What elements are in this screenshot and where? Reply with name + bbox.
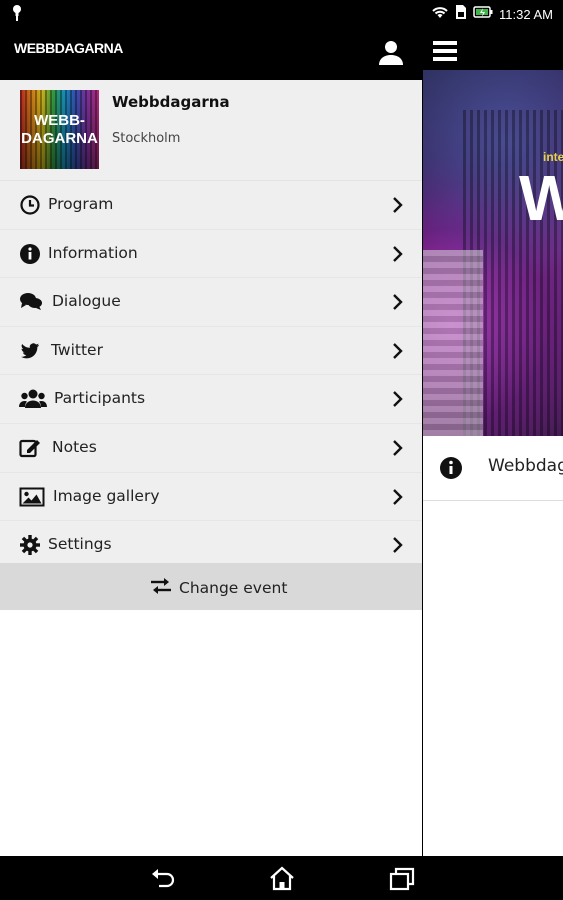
menu-item-label: Dialogue (52, 292, 121, 311)
event-info-text: Webbdag (488, 456, 563, 476)
menu-item-information[interactable]: Information (0, 229, 422, 279)
menu-item-label: Notes (52, 437, 97, 456)
edit-icon (19, 437, 41, 459)
menu-item-image-gallery[interactable]: Image gallery (0, 472, 422, 522)
menu-item-label: Information (48, 243, 138, 262)
comments-icon (19, 291, 42, 313)
brand-logo: WEBBDAGARNA (14, 40, 123, 56)
chevron-right-icon (390, 195, 406, 215)
back-icon[interactable] (149, 866, 177, 892)
event-info-row[interactable]: Webbdag (423, 436, 563, 501)
menu-item-notes[interactable]: Notes (0, 423, 422, 473)
event-hero-image: inte W (423, 70, 563, 436)
menu-item-twitter[interactable]: Twitter (0, 326, 422, 376)
logo-text-line2: DAGARNA (21, 130, 98, 147)
image-icon (19, 486, 45, 508)
chevron-right-icon (390, 292, 406, 312)
swap-icon (149, 576, 173, 600)
clock-icon (19, 194, 41, 216)
wifi-icon (431, 5, 449, 23)
user-icon[interactable] (376, 38, 406, 68)
status-bar: 11:32 AM (0, 0, 563, 26)
menu-item-label: Twitter (51, 340, 103, 359)
menu-item-label: Program (48, 195, 114, 213)
notification-icon (10, 4, 24, 26)
chevron-right-icon (390, 341, 406, 361)
gear-icon (19, 534, 41, 556)
twitter-icon (19, 340, 41, 362)
change-event-label: Change event (179, 579, 288, 597)
main-content: inte W Webbdag (423, 70, 563, 856)
info-icon (439, 456, 463, 480)
hero-big-text: W (519, 162, 563, 234)
change-event-button[interactable]: Change event (0, 563, 422, 610)
users-icon (19, 388, 47, 410)
hamburger-menu-icon[interactable] (430, 36, 460, 66)
menu-item-label: Image gallery (53, 486, 160, 505)
info-icon (19, 243, 41, 265)
menu-item-label: Participants (54, 389, 146, 408)
navigation-drawer: WEBB- DAGARNA Webbdagarna Stockholm Prog… (0, 80, 422, 856)
status-time: 11:32 AM (499, 6, 553, 22)
chevron-right-icon (390, 244, 406, 264)
chevron-right-icon (390, 438, 406, 458)
menu-item-label: Settings (48, 535, 112, 554)
battery-icon (473, 5, 493, 23)
menu-item-program[interactable]: Program (0, 181, 422, 230)
status-icons: 11:32 AM (431, 4, 553, 24)
recent-apps-icon[interactable] (388, 866, 416, 892)
chevron-right-icon (390, 487, 406, 507)
event-header[interactable]: WEBB- DAGARNA Webbdagarna Stockholm (0, 80, 422, 181)
drawer-menu: Program Information Dialogue Twitter Par… (0, 181, 422, 570)
event-logo: WEBB- DAGARNA (20, 90, 99, 169)
menu-item-dialogue[interactable]: Dialogue (0, 278, 422, 327)
chevron-right-icon (390, 389, 406, 409)
chevron-right-icon (390, 535, 406, 555)
system-navigation-bar (0, 856, 563, 900)
sim-icon (455, 4, 467, 24)
event-name: Webbdagarna (112, 93, 230, 111)
menu-item-participants[interactable]: Participants (0, 375, 422, 424)
event-city: Stockholm (112, 131, 181, 146)
logo-text-line1: WEBB- (34, 112, 85, 129)
home-icon[interactable] (268, 866, 296, 892)
